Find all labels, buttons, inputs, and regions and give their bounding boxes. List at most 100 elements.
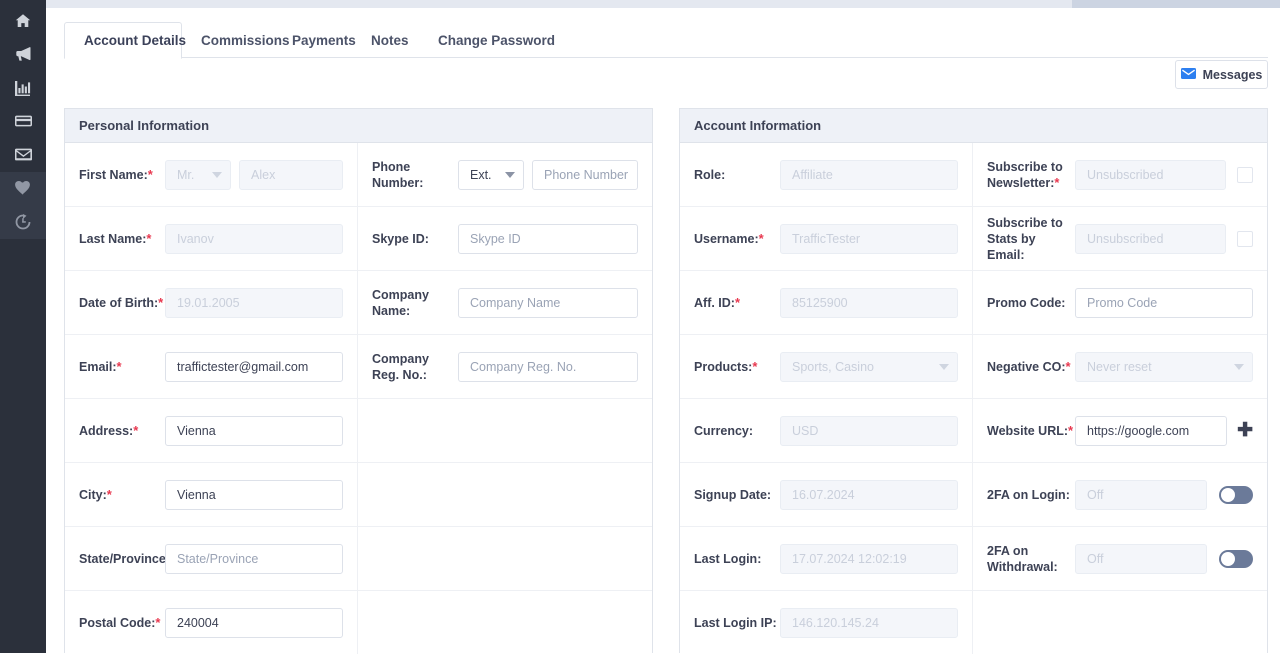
form-cell: Subscribe to Newsletter:* Unsubscribed [973,143,1267,206]
form-row: Signup Date: 16.07.2024 2FA on Login: Off [680,463,1267,527]
form-cell: State/Province: State/Province [65,527,358,590]
field-label: Aff. ID:* [694,294,741,310]
tab-notes[interactable]: Notes [352,22,419,58]
form-cell [358,591,652,654]
field-value: State/Province [177,551,259,566]
field-value: 19.01.2005 [177,295,240,310]
text-input: Alex [239,159,343,190]
toggle-knob [1221,487,1235,502]
tab-label: Account Details [84,33,187,48]
form-cell: Date of Birth:* 19.01.2005 [65,271,358,334]
panel-title-account: Account Information [680,109,1267,143]
form-row: Last Login: 17.07.2024 12:02:19 2FA on Wit… [680,527,1267,591]
toggle-switch[interactable] [1219,549,1253,568]
chevron-down-icon [1234,363,1244,370]
required-asterisk: * [155,614,161,630]
text-input[interactable]: Company Reg. No. [458,351,638,382]
sidebar-item-history[interactable] [0,205,46,239]
credit-card-icon [14,113,32,129]
add-icon[interactable]: ✚ [1237,421,1253,440]
text-input[interactable]: https://google.com [1075,415,1228,446]
field-label: Last Login IP: [694,615,777,630]
form-cell: Company Reg. No.: Company Reg. No. [358,335,652,398]
field-label: Company Reg. No.: [372,351,429,382]
megaphone-icon [15,46,32,62]
form-cell [358,399,652,462]
messages-button[interactable]: Messages [1175,60,1268,89]
form-row: Role: Affiliate Subscribe to Newsletter:* U… [680,143,1267,207]
field-value: 146.120.145.24 [792,615,879,630]
tab-account-details[interactable]: Account Details [64,22,186,59]
field-value: Off [1087,487,1104,502]
sidebar-item-favorites[interactable] [0,172,46,206]
sidebar-item-campaigns[interactable] [0,38,46,72]
text-input[interactable]: Vienna [165,415,343,446]
tab-label: Notes [371,32,409,48]
required-asterisk: * [1065,358,1071,374]
field-value: Vienna [177,487,216,502]
required-asterisk: * [752,358,758,374]
form-row: State/Province: State/Province [65,527,652,591]
form-cell: Signup Date: 16.07.2024 [680,463,973,526]
text-input[interactable]: Skype ID [458,223,638,254]
field-value: Alex [251,167,276,182]
form-cell: First Name:* Mr. Alex [65,143,358,206]
text-input[interactable]: State/Province [165,543,343,574]
sidebar-item-home[interactable] [0,4,46,38]
form-row: Aff. ID:* 85125900 Promo Code: Promo Code [680,271,1267,335]
messages-button-label: Messages [1202,67,1263,82]
field-label: Address:* [79,422,139,438]
field-value: Unsubscribed [1087,167,1164,182]
panel-title-personal: Personal Information [65,109,652,143]
home-icon [15,13,31,29]
checkbox[interactable] [1237,166,1253,183]
form-cell: Products:* Sports, Casino [680,335,973,398]
checkbox[interactable] [1237,230,1253,247]
text-input[interactable]: Company Name [458,287,638,318]
field-label: Subscribe to Newsletter:* [987,159,1063,190]
field-value: Sports, Casino [792,359,874,374]
text-input: Off [1075,543,1207,574]
sidebar-group-primary [0,0,46,172]
form-row: Last Login IP: 146.120.145.24 [680,591,1267,654]
text-input: Ivanov [165,223,343,254]
form-row: Email:* traffictester@gmail.com Company Re… [65,335,652,399]
text-input[interactable]: 240004 [165,607,343,638]
required-asterisk: * [116,358,122,374]
form-cell: 2FA on Login: Off [973,463,1267,526]
field-value: Vienna [177,423,216,438]
sidebar-item-messages[interactable] [0,138,46,172]
form-row: Address:* Vienna [65,399,652,463]
field-value: TrafficTester [792,231,861,246]
field-label: Products:* [694,358,758,374]
text-input[interactable]: Phone Number [532,159,638,190]
required-asterisk: * [133,422,139,438]
required-asterisk: * [734,294,741,310]
account-information-panel: Account Information Role: Affiliate Subscr… [679,108,1268,654]
tab-commissions[interactable]: Commissions [182,22,290,58]
required-asterisk: * [1054,174,1060,190]
field-label: Promo Code: [987,295,1066,310]
field-value: 17.07.2024 12:02:19 [792,551,907,566]
text-input[interactable]: Vienna [165,479,343,510]
text-input[interactable]: Promo Code [1075,287,1253,318]
text-input: 19.01.2005 [165,287,343,318]
field-label: Website URL:* [987,422,1074,438]
text-input[interactable]: traffictester@gmail.com [165,351,343,382]
form-cell: Postal Code:* 240004 [65,591,358,654]
envelope-icon [14,147,32,162]
toggle-switch[interactable] [1219,485,1253,504]
field-value: Unsubscribed [1087,231,1164,246]
chevron-down-icon [505,171,515,178]
field-value: Skype ID [470,231,521,246]
tab-payments[interactable]: Payments [273,22,356,58]
tab-change-password[interactable]: Change Password [419,22,555,58]
sidebar-item-payments[interactable] [0,105,46,139]
field-value: Ext. [470,167,492,182]
toggle-knob [1221,551,1235,566]
field-value: Never reset [1087,359,1152,374]
field-value: Company Reg. No. [470,359,577,374]
prefix-select[interactable]: Ext. [458,159,524,190]
required-asterisk: * [146,230,152,246]
sidebar-item-reports[interactable] [0,71,46,105]
